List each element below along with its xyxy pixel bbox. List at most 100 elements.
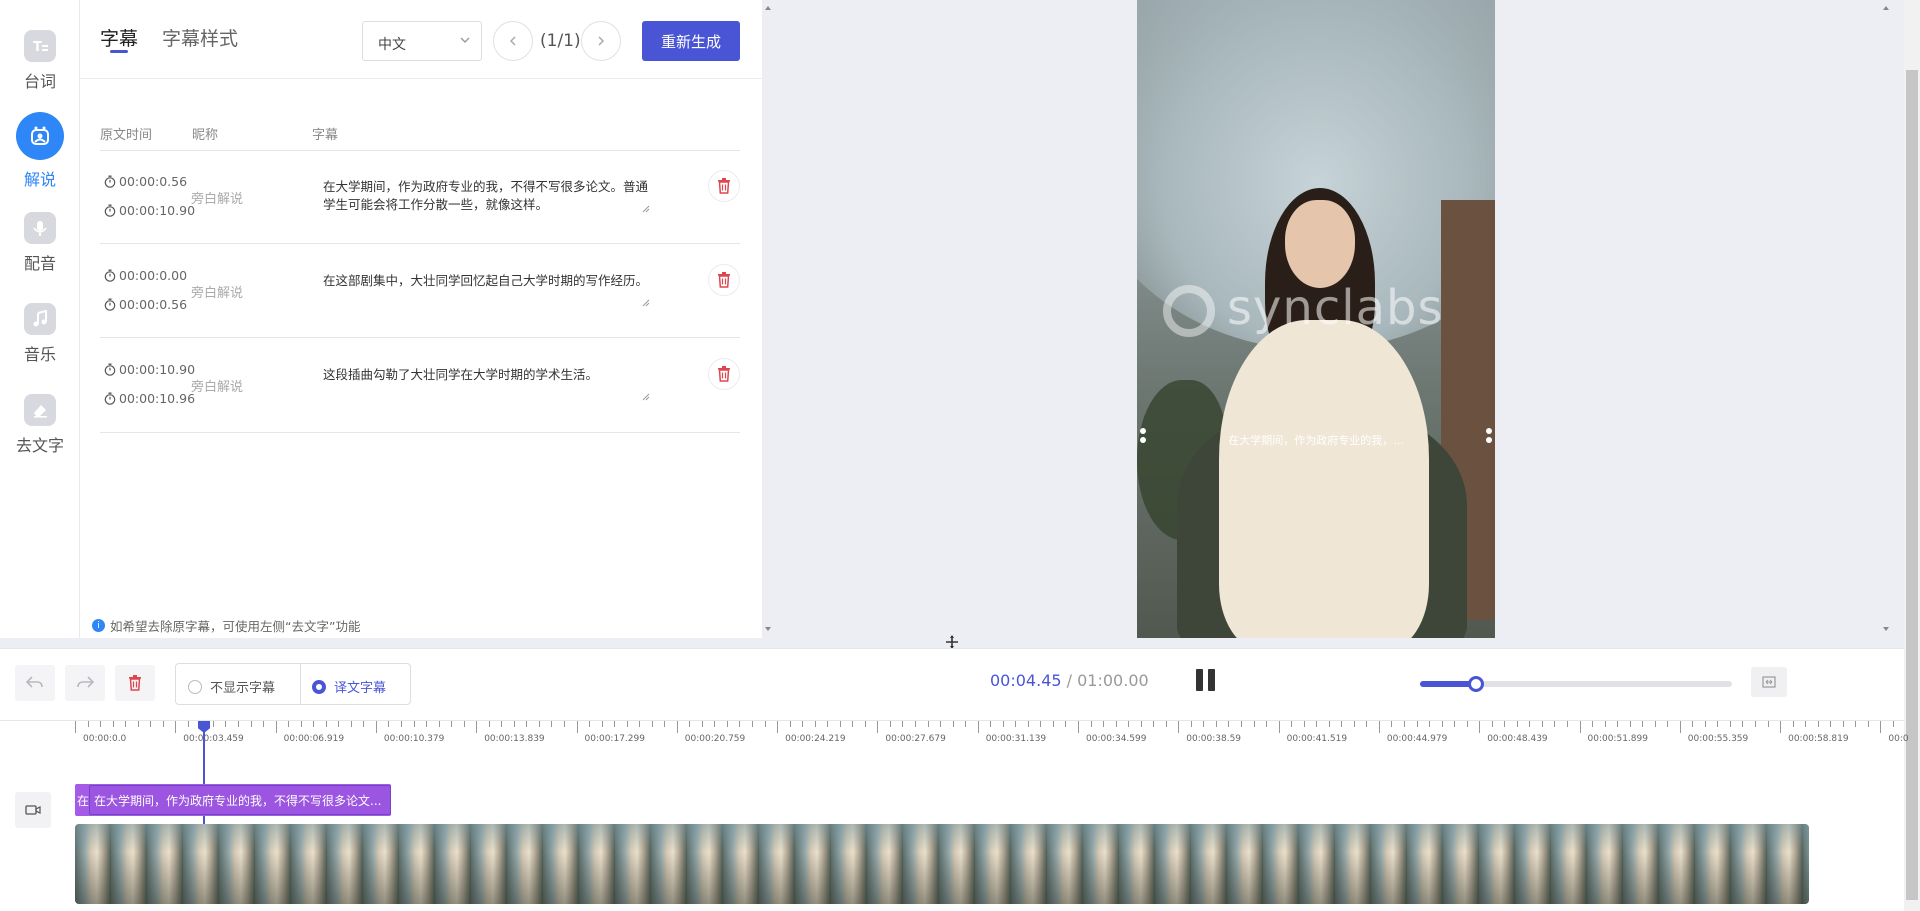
ruler-tick [1855,721,1857,727]
column-header-nickname: 昵称 [192,128,219,143]
redo-button[interactable] [65,665,105,701]
ruler-tick [1441,721,1443,727]
delete-row-button[interactable] [708,170,740,202]
ruler-tick [1328,721,1330,727]
end-time: 00:00:10.90 [104,203,195,218]
subtitle-clip[interactable]: 在 在大学期间，作为政府专业的我，不得不写很多论文... [75,784,391,816]
ruler-tick [1604,721,1606,727]
end-time-text: 00:00:0.56 [119,297,188,312]
ruler-tick [175,721,177,733]
ruler-tick [187,721,189,727]
delete-row-button[interactable] [708,358,740,390]
video-track[interactable] [75,824,1809,904]
tab-active-underline [110,50,128,53]
scroll-down-icon[interactable] [764,626,772,632]
ruler-tick [701,721,703,727]
presenter-body [1219,320,1429,638]
ruler-label: 00:00:31.139 [985,734,1047,744]
ruler-label: 00:00:44.979 [1386,734,1448,744]
ruler-tick [1103,721,1105,727]
ruler-tick [1717,721,1719,727]
ruler-tick [864,721,866,727]
ruler-tick [162,721,164,727]
ruler-tick [1642,721,1644,727]
ruler-tick [1805,721,1807,727]
next-page-button[interactable] [581,21,621,61]
stopwatch-icon [104,392,116,405]
ruler-tick [388,721,390,727]
ruler-tick [363,721,365,727]
rail-item-music[interactable]: 音乐 [0,303,80,365]
ruler-tick [676,721,678,733]
overlay-right-handle[interactable] [1484,428,1494,452]
undo-button[interactable] [15,665,55,701]
ruler-tick [1002,721,1004,727]
tab-subtitles[interactable]: 字幕 [100,24,138,51]
radio-translated-subtitles[interactable]: 译文字幕 [312,677,386,696]
radio-hide-subtitles[interactable]: 不显示字幕 [188,677,275,696]
ruler-tick [889,721,891,727]
ruler-tick [1454,721,1456,727]
rail-item-dubbing[interactable]: 配音 [0,212,80,274]
overlay-left-handle[interactable] [1138,428,1148,452]
ruler-tick [1366,721,1368,727]
stopwatch-icon [104,298,116,311]
rail-item-lines[interactable]: T 台词 [0,30,80,92]
ruler-tick [288,721,290,727]
ruler-tick [1830,721,1832,727]
resize-handle-icon[interactable] [642,299,650,307]
presenter-face [1285,200,1355,288]
ruler-tick [1128,721,1130,727]
page-scrollbar-thumb[interactable] [1906,70,1918,900]
ruler-tick [1704,721,1706,727]
subtitle-text-input[interactable]: 这段插曲勾勒了大壮同学在大学时期的学术生活。 [323,366,658,384]
video-track-button[interactable] [15,792,51,828]
timecode: 00:04.45 / 01:00.00 [990,671,1149,690]
rail-item-remove-text[interactable]: 去文字 [0,394,80,456]
rail-label-remove-text: 去文字 [15,436,64,455]
resize-handle-icon[interactable] [642,393,650,401]
ruler-tick [150,721,152,727]
time-ruler[interactable]: 00:00:0.0 00:00:03.459 00:00:06.919 00:00:1… [75,721,1909,744]
ruler-tick [1880,721,1882,733]
narrator-icon [16,112,64,160]
ruler-label: 00:00:0.0 [83,734,127,744]
stopwatch-icon [104,204,116,217]
zoom-slider-knob[interactable] [1468,676,1485,692]
subtitle-text-input[interactable]: 在大学期间，作为政府专业的我，不得不写很多论文。普通学生可能会将工作分散一些，就… [323,178,658,214]
delete-row-button[interactable] [708,264,740,296]
delete-button[interactable] [115,665,155,701]
chevron-right-icon [598,36,605,46]
resize-handle-icon[interactable] [642,205,650,213]
tab-subtitle-style[interactable]: 字幕样式 [162,24,238,51]
ruler-label: 00:00:03.459 [183,734,244,744]
video-preview[interactable]: synclabs 在大学期间，作为政府专业的我，... [1137,0,1495,638]
scroll-up-icon[interactable] [764,5,772,11]
ruler-tick [212,721,214,727]
rail-item-narration[interactable]: 解说 [0,112,80,190]
ruler-tick [626,721,628,727]
fit-width-icon [1762,676,1776,688]
language-select[interactable]: 中文 [362,21,482,61]
zoom-slider[interactable] [1420,676,1732,692]
ruler-tick [1579,721,1581,733]
prev-page-button[interactable] [493,21,533,61]
scroll-up-icon[interactable] [1882,5,1890,11]
ruler-tick [1253,721,1255,727]
subtitle-overlay[interactable]: 在大学期间，作为政府专业的我，... [1137,432,1495,448]
ruler-tick [965,721,967,727]
ruler-tick [726,721,728,727]
fit-timeline-button[interactable] [1751,667,1787,697]
ruler-label: 00:00:48.439 [1487,734,1548,744]
scroll-down-icon[interactable] [1882,626,1890,632]
end-time-text: 00:00:10.90 [119,203,196,218]
pause-button[interactable] [1196,669,1215,691]
ruler-tick [1617,721,1619,727]
subtitle-text-input[interactable]: 在这部剧集中，大壮同学回忆起自己大学时期的写作经历。 [323,272,658,290]
regenerate-button[interactable]: 重新生成 [642,21,740,61]
ruler-tick [1403,721,1405,727]
ruler-tick [350,721,352,727]
ruler-tick [526,721,528,727]
info-icon: i [92,619,105,632]
move-handle-icon[interactable] [945,635,959,649]
